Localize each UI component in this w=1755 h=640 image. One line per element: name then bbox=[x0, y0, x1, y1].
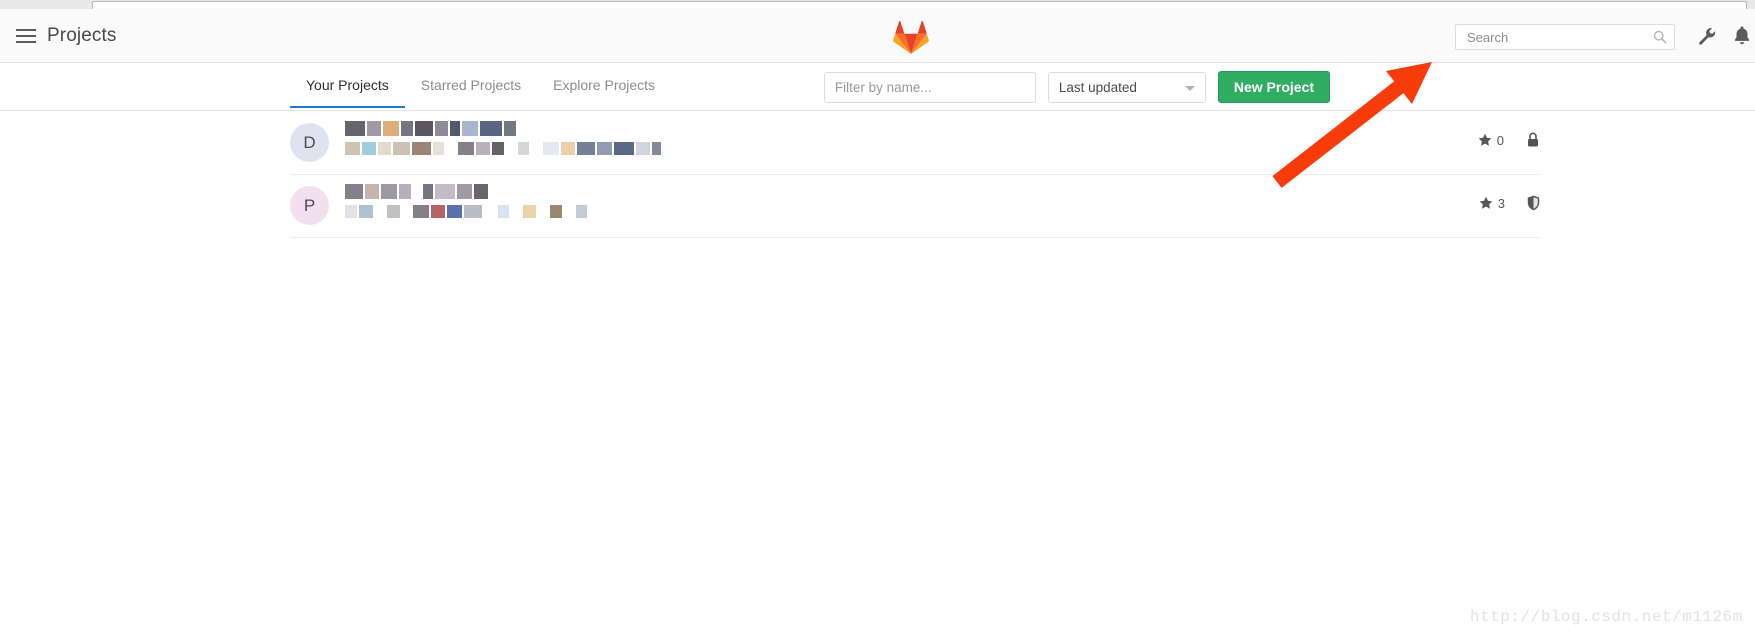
wrench-icon[interactable] bbox=[1698, 27, 1716, 45]
tab-your-projects-label: Your Projects bbox=[306, 77, 389, 93]
bell-icon[interactable] bbox=[1734, 26, 1750, 45]
browser-chrome-sliver bbox=[0, 0, 1755, 9]
avatar[interactable]: P bbox=[290, 186, 329, 225]
star-count: 0 bbox=[1496, 132, 1504, 148]
project-text-redacted bbox=[345, 121, 663, 155]
lock-icon bbox=[1528, 132, 1538, 147]
watermark: http://blog.csdn.net/m1126m bbox=[1470, 608, 1743, 626]
star-count-group[interactable]: 3 bbox=[1479, 196, 1505, 211]
search-box[interactable] bbox=[1455, 24, 1675, 50]
table-row[interactable]: P 3 bbox=[290, 175, 1540, 238]
new-project-button[interactable]: New Project bbox=[1217, 71, 1330, 103]
search-icon bbox=[1653, 30, 1667, 44]
hamburger-icon[interactable] bbox=[16, 27, 36, 45]
gitlab-tanuki-logo[interactable] bbox=[893, 20, 929, 54]
sort-order-value: Last updated bbox=[1058, 79, 1137, 95]
top-navbar: Projects bbox=[0, 9, 1755, 63]
subnav-bar: Your Projects Starred Projects Explore P… bbox=[0, 63, 1755, 111]
row-meta: 0 bbox=[1478, 132, 1540, 148]
page-title: Projects bbox=[47, 25, 117, 46]
tab-explore-projects[interactable]: Explore Projects bbox=[537, 63, 671, 108]
table-row[interactable]: D 0 bbox=[290, 112, 1540, 175]
project-controls: Last updated New Project bbox=[823, 71, 1330, 103]
star-count: 3 bbox=[1497, 195, 1505, 211]
project-list: D 0 P 3 bbox=[290, 112, 1540, 238]
star-count-group[interactable]: 0 bbox=[1478, 133, 1504, 148]
tab-explore-projects-label: Explore Projects bbox=[553, 77, 656, 93]
row-meta: 3 bbox=[1479, 195, 1540, 211]
tab-your-projects[interactable]: Your Projects bbox=[290, 63, 405, 108]
project-name-redacted[interactable] bbox=[345, 121, 663, 136]
avatar-letter: D bbox=[303, 132, 316, 152]
tab-starred-projects[interactable]: Starred Projects bbox=[405, 63, 537, 108]
browser-url-bar[interactable] bbox=[92, 1, 1747, 9]
filter-by-name-input[interactable] bbox=[823, 71, 1036, 103]
avatar[interactable]: D bbox=[290, 123, 329, 162]
project-description-redacted bbox=[345, 205, 589, 218]
shield-icon bbox=[1527, 195, 1540, 211]
project-text-redacted bbox=[345, 184, 589, 218]
tab-starred-projects-label: Starred Projects bbox=[420, 77, 522, 93]
avatar-letter: P bbox=[303, 195, 316, 215]
project-description-redacted bbox=[345, 142, 663, 155]
star-icon bbox=[1478, 133, 1492, 146]
chevron-down-icon bbox=[1184, 85, 1195, 91]
star-icon bbox=[1479, 196, 1493, 209]
page-root: Projects You bbox=[0, 0, 1755, 640]
project-tabs: Your Projects Starred Projects Explore P… bbox=[290, 63, 671, 111]
search-input[interactable] bbox=[1465, 25, 1645, 49]
project-name-redacted[interactable] bbox=[345, 184, 589, 199]
sort-order-select[interactable]: Last updated bbox=[1047, 71, 1206, 103]
